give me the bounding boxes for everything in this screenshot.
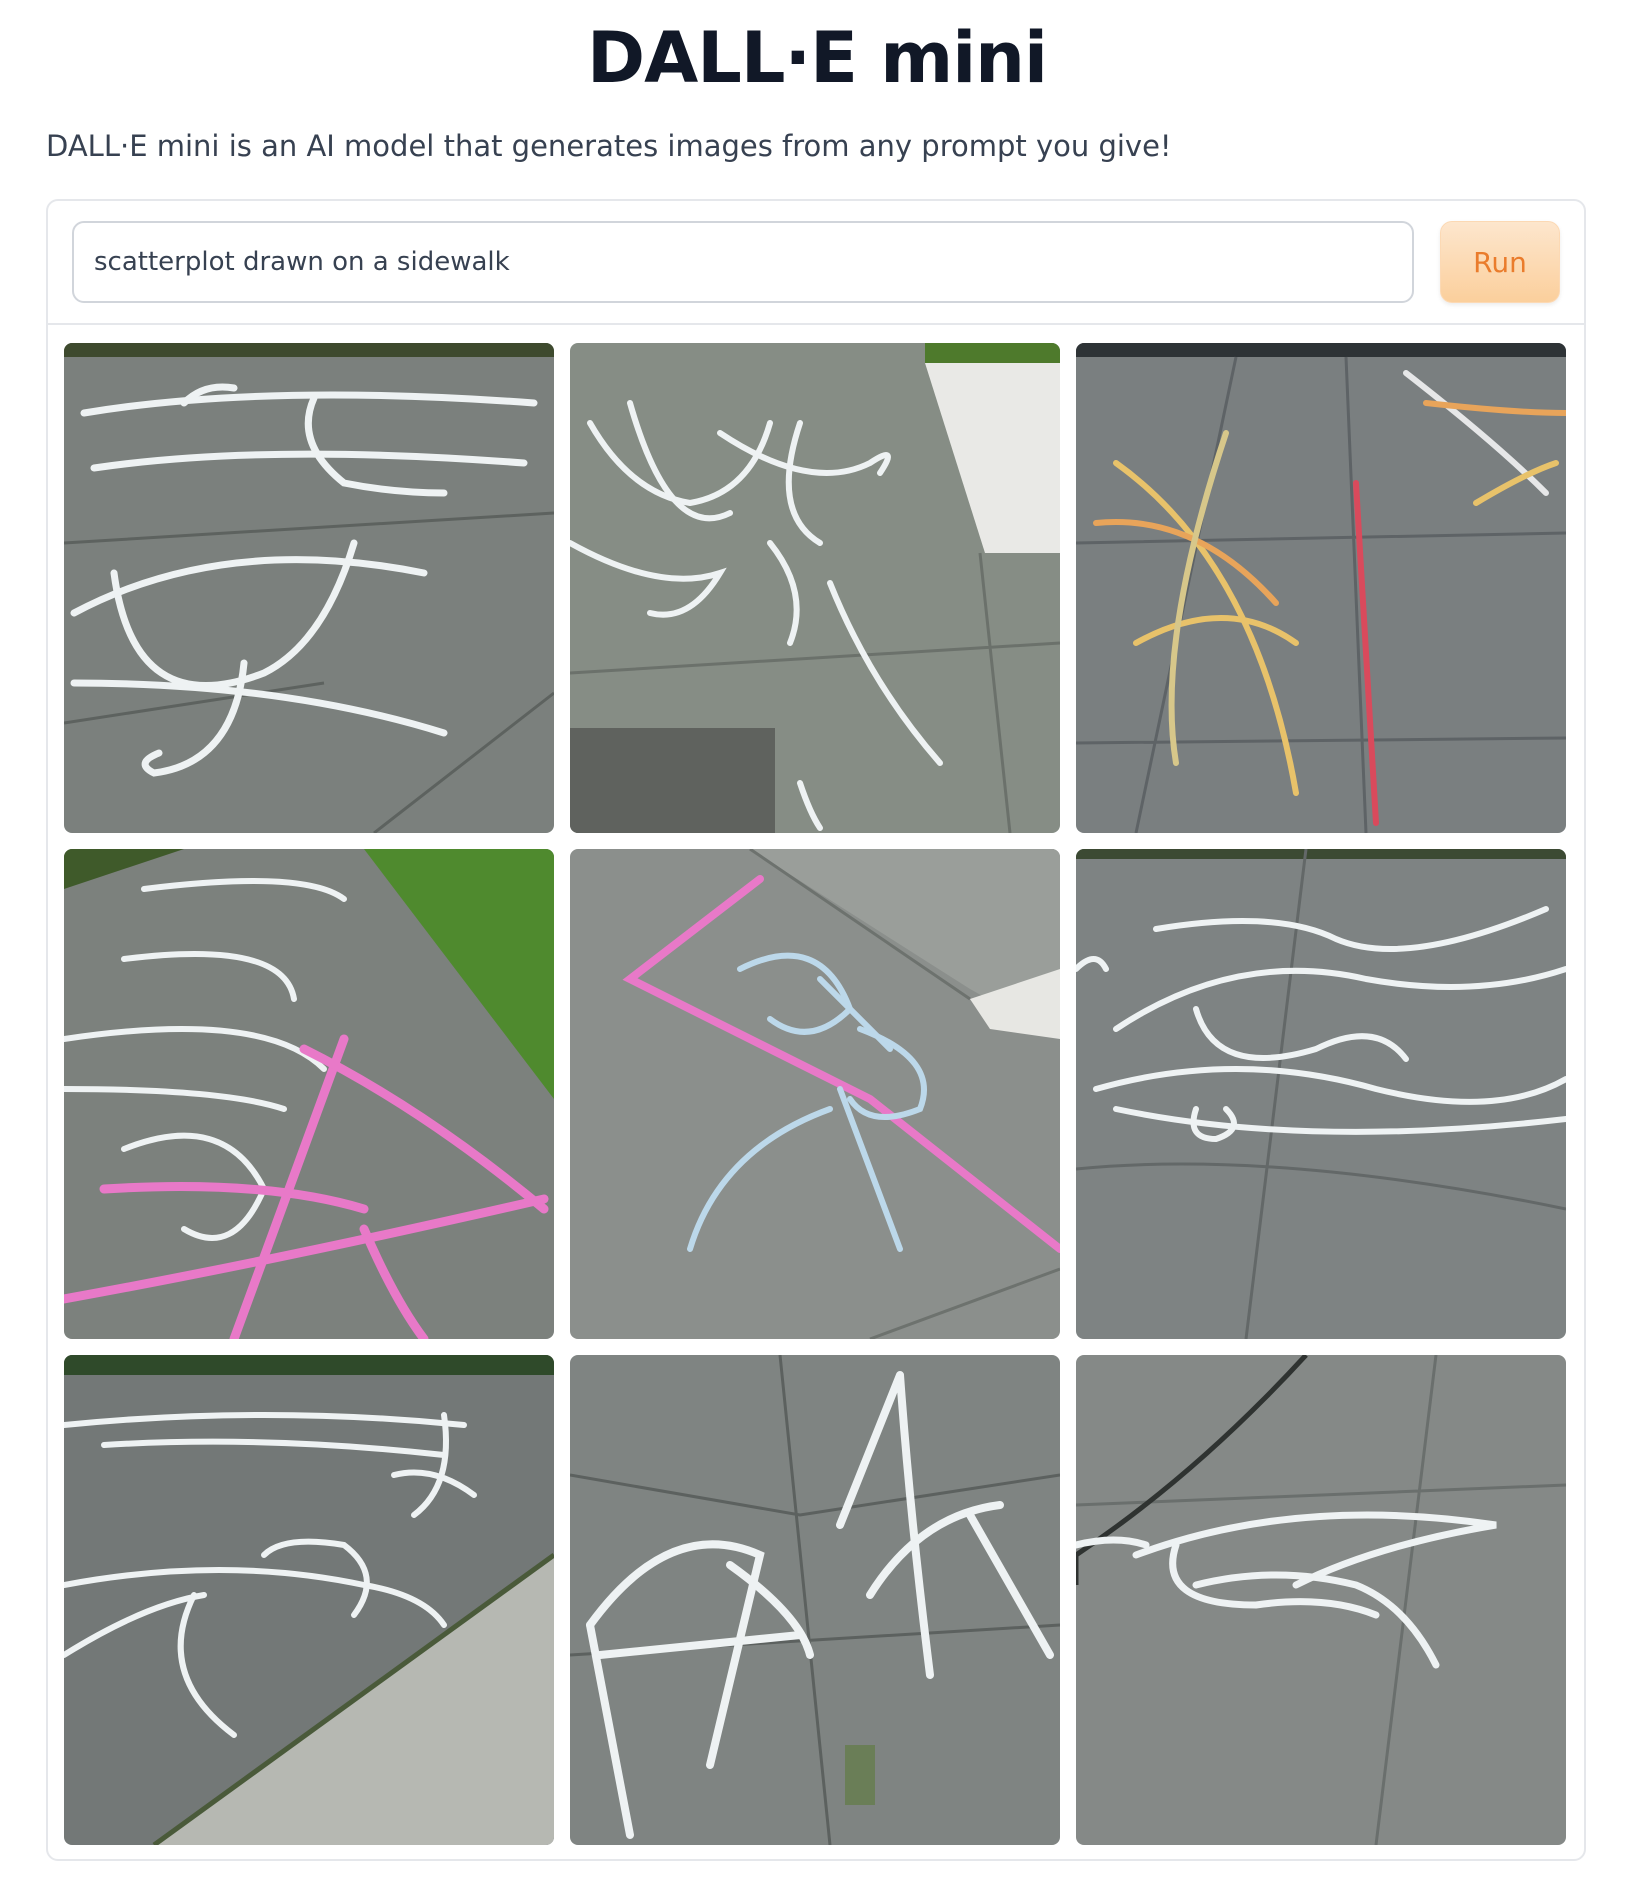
sidewalk-chalk-image xyxy=(1076,1355,1566,1845)
sidewalk-chalk-image xyxy=(570,1355,1060,1845)
generated-image-6[interactable] xyxy=(1076,849,1566,1339)
sidewalk-chalk-image xyxy=(570,343,1060,833)
generated-image-8[interactable] xyxy=(570,1355,1060,1845)
sidewalk-chalk-image xyxy=(570,849,1060,1339)
generated-image-9[interactable] xyxy=(1076,1355,1566,1845)
image-gallery xyxy=(64,343,1566,1845)
prompt-input[interactable] xyxy=(72,221,1414,303)
generated-image-3[interactable] xyxy=(1076,343,1566,833)
sidewalk-chalk-image xyxy=(64,849,554,1339)
app-title: DALL·E mini xyxy=(586,17,1048,99)
generated-image-1[interactable] xyxy=(64,343,554,833)
app-description: DALL·E mini is an AI model that generate… xyxy=(46,129,1172,163)
sidewalk-chalk-image xyxy=(1076,849,1566,1339)
prompt-row: Run xyxy=(48,201,1584,325)
generated-image-4[interactable] xyxy=(64,849,554,1339)
sidewalk-chalk-image xyxy=(1076,343,1566,833)
generated-image-7[interactable] xyxy=(64,1355,554,1845)
run-button[interactable]: Run xyxy=(1440,221,1560,303)
generated-image-5[interactable] xyxy=(570,849,1060,1339)
demo-panel: Run xyxy=(46,199,1586,1861)
sidewalk-chalk-image xyxy=(64,1355,554,1845)
sidewalk-chalk-image xyxy=(64,343,554,833)
generated-image-2[interactable] xyxy=(570,343,1060,833)
